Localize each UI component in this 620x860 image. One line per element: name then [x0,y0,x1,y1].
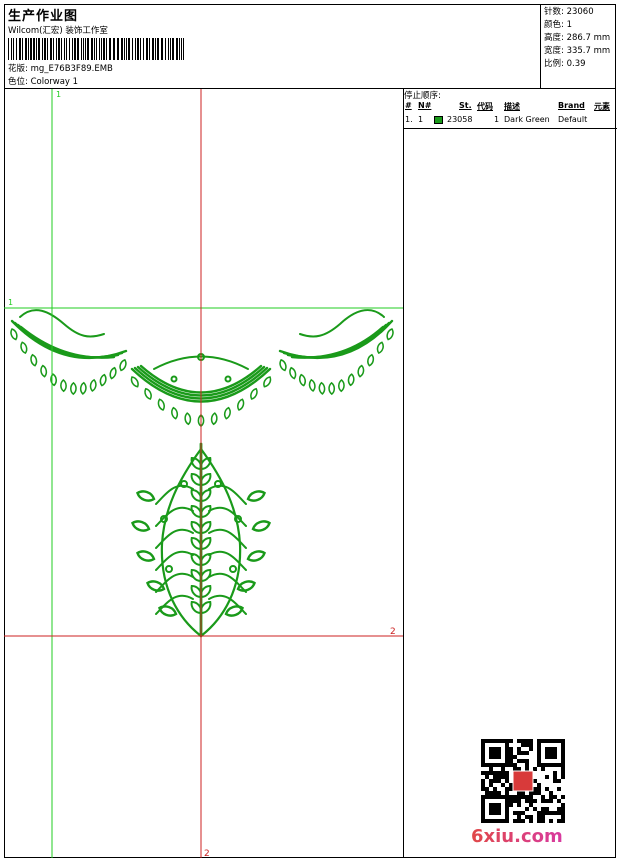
stat-stitches: 针数: 23060 [544,7,594,17]
stats-box: 针数: 23060 颜色: 1 高度: 286.7 mm 宽度: 335.7 m… [540,4,616,89]
col-header-element: 元素 [594,102,610,111]
stat-width: 宽度: 335.7 mm [544,46,611,56]
studio-subtitle: Wilcom(汇宏) 装饰工作室 [8,26,108,36]
colorway-label: 色位: [8,77,28,87]
watermark-text: 6xiu.com [471,826,563,847]
row-code: 1 [494,115,500,124]
col-header-needle: N# [418,101,432,110]
design-canvas: 1 1 2 2 [4,89,403,858]
stat-colors: 颜色: 1 [544,20,572,30]
thread-color-swatch [434,116,443,124]
colorway-name: Colorway 1 [30,77,79,87]
col-header-brand: Brand [558,101,585,110]
file-name: mg_E76B3F89.EMB [30,64,113,74]
row-num: 1. [405,115,413,124]
red-vertical-label: 2 [204,849,210,858]
row-brand: Default [558,115,588,124]
stop-sequence-title: 停止顺序: [404,91,441,101]
row-stitches: 23058 [447,115,473,124]
col-header-num: # [405,101,412,110]
row-description: Dark Green [504,115,550,124]
col-header-code: 代码 [477,102,493,111]
file-line: 花版: mg_E76B3F89.EMB [8,62,113,74]
embroidery-design [10,309,394,638]
barcode [8,38,184,60]
red-horizontal-label: 2 [390,627,396,637]
file-label: 花版: [8,64,28,74]
qr-code [481,739,565,823]
header: 生产作业图 Wilcom(汇宏) 装饰工作室 花版: mg_E76B3F89.E… [4,4,616,89]
green-vertical-label: 1 [56,90,61,99]
row-needle: 1 [418,115,424,124]
stat-scale: 比例: 0.39 [544,59,586,69]
col-header-description: 描述 [504,102,520,111]
colorway-line: 色位: Colorway 1 [8,75,78,87]
col-header-stitches: St. [459,101,472,110]
page-title: 生产作业图 [8,9,79,24]
table-divider [404,128,617,129]
stat-height: 高度: 286.7 mm [544,33,611,43]
green-horizontal-label: 1 [8,298,13,307]
